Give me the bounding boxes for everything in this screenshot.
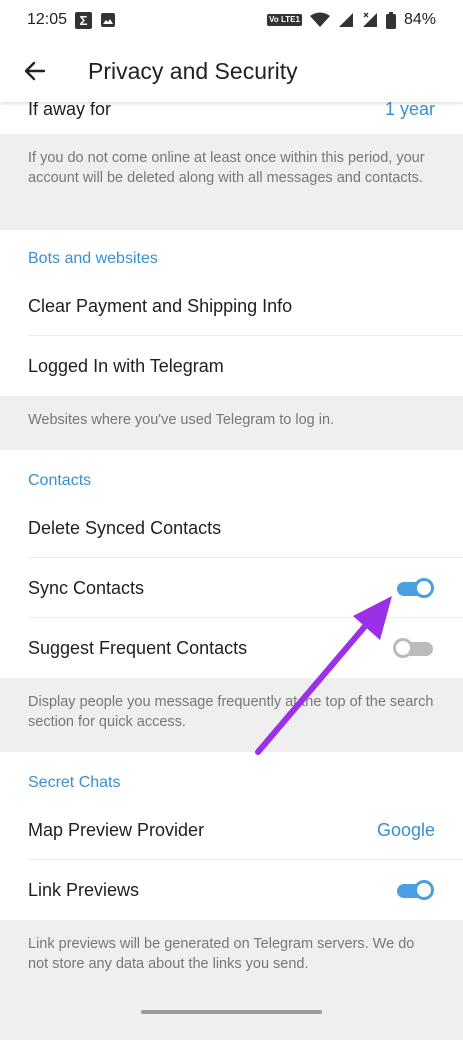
logged-in-row[interactable]: Logged In with Telegram	[0, 336, 463, 396]
page-title: Privacy and Security	[88, 57, 298, 84]
status-left: 12:05 Σ	[27, 11, 116, 29]
frequent-info-text: Display people you message frequently at…	[0, 678, 463, 752]
suggest-frequent-row[interactable]: Suggest Frequent Contacts	[0, 618, 463, 678]
app-bar: Privacy and Security	[0, 40, 463, 102]
delete-synced-label: Delete Synced Contacts	[28, 517, 222, 538]
sigma-icon: Σ	[75, 11, 93, 29]
delete-synced-row[interactable]: Delete Synced Contacts	[0, 498, 463, 558]
link-previews-row[interactable]: Link Previews	[0, 860, 463, 920]
websites-info-text: Websites where you've used Telegram to l…	[0, 396, 463, 450]
away-info-text: If you do not come online at least once …	[0, 134, 463, 230]
back-arrow-icon	[24, 61, 46, 81]
sync-contacts-label: Sync Contacts	[28, 577, 145, 598]
secret-chats-section-header: Secret Chats	[0, 752, 463, 800]
link-info-text: Link previews will be generated on Teleg…	[0, 920, 463, 1040]
battery-icon	[385, 11, 396, 29]
status-right: Vo LTE1 84%	[267, 11, 436, 29]
status-time: 12:05	[27, 11, 68, 28]
volte-icon: Vo LTE1	[267, 14, 302, 26]
status-bar: 12:05 Σ Vo LTE1 84%	[0, 0, 463, 40]
contacts-section-header: Contacts	[0, 450, 463, 498]
clear-payment-row[interactable]: Clear Payment and Shipping Info	[0, 276, 463, 336]
link-previews-toggle[interactable]	[393, 879, 435, 901]
signal-no-data-icon	[362, 12, 378, 28]
clear-payment-label: Clear Payment and Shipping Info	[28, 295, 293, 316]
link-previews-label: Link Previews	[28, 879, 140, 900]
wifi-icon	[309, 12, 330, 28]
back-button[interactable]	[0, 40, 70, 102]
map-preview-row[interactable]: Map Preview Provider Google	[0, 800, 463, 860]
map-preview-label: Map Preview Provider	[28, 819, 205, 840]
suggest-frequent-label: Suggest Frequent Contacts	[28, 637, 248, 658]
sync-contacts-row[interactable]: Sync Contacts	[0, 558, 463, 618]
settings-list: If away for 1 year If you do not come on…	[0, 84, 463, 1040]
suggest-frequent-toggle[interactable]	[393, 637, 435, 659]
battery-percent: 84%	[403, 11, 436, 28]
home-indicator[interactable]	[141, 1010, 322, 1014]
sync-contacts-toggle[interactable]	[393, 577, 435, 599]
logged-in-label: Logged In with Telegram	[28, 355, 224, 376]
signal-icon	[338, 12, 354, 28]
image-icon	[100, 12, 116, 28]
bots-section-header: Bots and websites	[0, 230, 463, 276]
map-preview-value: Google	[376, 819, 435, 840]
